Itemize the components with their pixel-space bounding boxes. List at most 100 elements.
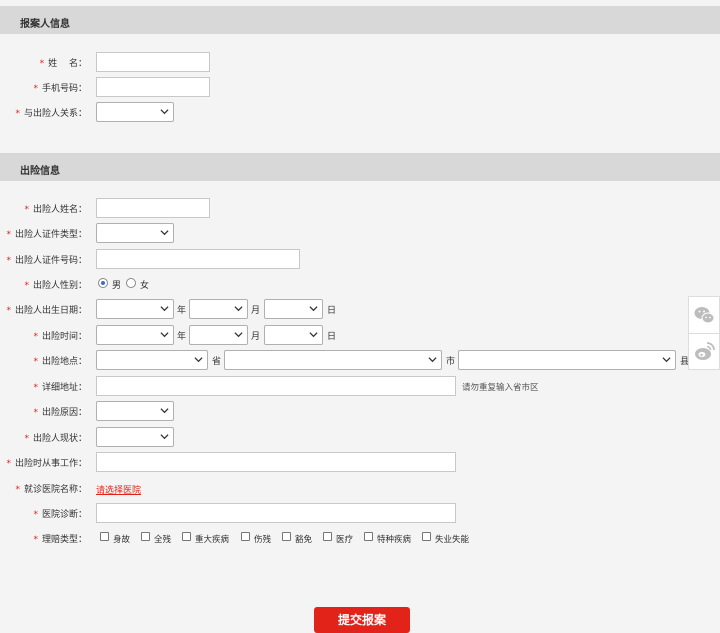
field-label: * 出险时从事工作： xyxy=(6,459,87,469)
claim-total-disability-checkbox[interactable] xyxy=(141,532,150,541)
city-unit: 市 xyxy=(446,357,456,367)
section-header-reporter: 报案人信息 xyxy=(0,6,720,34)
reporter-phone-row: * 手机号码： xyxy=(0,77,720,97)
relation-select[interactable] xyxy=(96,102,174,122)
status-select[interactable] xyxy=(96,427,174,447)
chevron-down-icon xyxy=(662,357,671,363)
field-label: * 出险人证件号码： xyxy=(6,256,87,266)
county-select[interactable] xyxy=(458,350,676,370)
reporter-phone-input[interactable] xyxy=(96,77,210,97)
province-unit: 省 xyxy=(212,357,222,367)
select-hospital-link[interactable]: 请选择医院 xyxy=(96,483,141,496)
field-label: * 姓 名： xyxy=(39,59,87,69)
wechat-icon xyxy=(694,307,715,324)
chevron-down-icon xyxy=(428,357,437,363)
year-unit: 年 xyxy=(177,332,187,342)
insured-name-row: * 出险人姓名： xyxy=(0,198,720,218)
id-number-row: * 出险人证件号码： xyxy=(0,249,720,269)
field-label: * 与出险人关系： xyxy=(15,109,87,119)
chevron-down-icon xyxy=(234,306,243,312)
field-label: * 出险原因： xyxy=(33,408,87,418)
field-label: * 就诊医院名称： xyxy=(15,485,87,495)
field-label: * 理赔类型： xyxy=(33,535,87,545)
chevron-down-icon xyxy=(160,306,169,312)
side-share-panel xyxy=(688,296,720,370)
birth-month-select[interactable] xyxy=(189,299,248,319)
claim-type-label: 伤残 xyxy=(254,535,272,545)
accident-time-row: * 出险时间： 年 月 日 xyxy=(0,325,720,345)
gender-male-label: 男 xyxy=(112,281,122,291)
field-label: * 详细地址： xyxy=(33,383,87,393)
submit-report-button[interactable]: 提交报案 xyxy=(314,607,410,633)
accident-month-select[interactable] xyxy=(189,325,248,345)
weibo-button[interactable] xyxy=(689,334,719,370)
chevron-down-icon xyxy=(160,408,169,414)
diagnosis-input[interactable] xyxy=(96,503,456,523)
field-label: * 出险人出生日期： xyxy=(6,306,87,316)
claim-type-label: 失业失能 xyxy=(435,535,470,545)
insured-name-input[interactable] xyxy=(96,198,210,218)
address-input[interactable] xyxy=(96,376,456,396)
claim-waiver-checkbox[interactable] xyxy=(282,532,291,541)
day-unit: 日 xyxy=(327,306,337,316)
chevron-down-icon xyxy=(160,332,169,338)
accident-day-select[interactable] xyxy=(264,325,323,345)
claim-unemployment-checkbox[interactable] xyxy=(422,532,431,541)
claim-type-label: 全残 xyxy=(154,535,172,545)
status-row: * 出险人现状： xyxy=(0,427,720,447)
address-hint: 请勿重复输入省市区 xyxy=(462,383,539,393)
accident-place-row: * 出险地点： 省 市 县 xyxy=(0,350,720,370)
work-row: * 出险时从事工作： xyxy=(0,452,720,472)
id-type-row: * 出险人证件类型： xyxy=(0,223,720,243)
claim-critical-illness-checkbox[interactable] xyxy=(182,532,191,541)
reporter-name-input[interactable] xyxy=(96,52,210,72)
address-row: * 详细地址： 请勿重复输入省市区 xyxy=(0,376,720,396)
claim-death-checkbox[interactable] xyxy=(100,532,109,541)
claim-disability-checkbox[interactable] xyxy=(241,532,250,541)
claim-special-disease-checkbox[interactable] xyxy=(364,532,373,541)
claim-type-row: * 理赔类型： 身故 全残 重大疾病 伤残 豁免 医疗 特种疾病 失业失能 xyxy=(0,528,720,548)
month-unit: 月 xyxy=(251,332,261,342)
cause-select[interactable] xyxy=(96,401,174,421)
field-label: * 出险人性别： xyxy=(24,281,87,291)
work-input[interactable] xyxy=(96,452,456,472)
gender-female-label: 女 xyxy=(140,281,150,291)
section-title: 报案人信息 xyxy=(20,19,70,30)
id-type-select[interactable] xyxy=(96,223,174,243)
claim-type-label: 重大疾病 xyxy=(195,535,230,545)
field-label: * 手机号码： xyxy=(33,84,87,94)
claim-type-label: 特种疾病 xyxy=(377,535,412,545)
claim-type-label: 豁免 xyxy=(295,535,313,545)
birth-day-select[interactable] xyxy=(264,299,323,319)
diagnosis-row: * 医院诊断： xyxy=(0,503,720,523)
field-label: * 出险时间： xyxy=(33,332,87,342)
reporter-relation-row: * 与出险人关系： xyxy=(0,102,720,122)
id-number-input[interactable] xyxy=(96,249,300,269)
reporter-name-row: * 姓 名： xyxy=(0,52,720,72)
section-title: 出险信息 xyxy=(20,166,60,177)
field-label: * 出险人证件类型： xyxy=(6,230,87,240)
province-select[interactable] xyxy=(96,350,208,370)
chevron-down-icon xyxy=(234,332,243,338)
city-select[interactable] xyxy=(224,350,442,370)
wechat-button[interactable] xyxy=(689,297,719,334)
month-unit: 月 xyxy=(251,306,261,316)
chevron-down-icon xyxy=(160,230,169,236)
chevron-down-icon xyxy=(160,109,169,115)
claim-medical-checkbox[interactable] xyxy=(323,532,332,541)
field-label: * 出险人现状： xyxy=(24,434,87,444)
gender-row: * 出险人性别： 男 女 xyxy=(0,274,720,294)
day-unit: 日 xyxy=(327,332,337,342)
birth-year-select[interactable] xyxy=(96,299,174,319)
year-unit: 年 xyxy=(177,306,187,316)
claim-type-label: 身故 xyxy=(113,535,131,545)
chevron-down-icon xyxy=(160,434,169,440)
gender-male-radio[interactable] xyxy=(98,278,108,288)
chevron-down-icon xyxy=(309,332,318,338)
weibo-icon xyxy=(695,342,715,360)
field-label: * 出险人姓名： xyxy=(24,205,87,215)
accident-year-select[interactable] xyxy=(96,325,174,345)
gender-female-radio[interactable] xyxy=(126,278,136,288)
chevron-down-icon xyxy=(194,357,203,363)
field-label: * 出险地点： xyxy=(33,357,87,367)
